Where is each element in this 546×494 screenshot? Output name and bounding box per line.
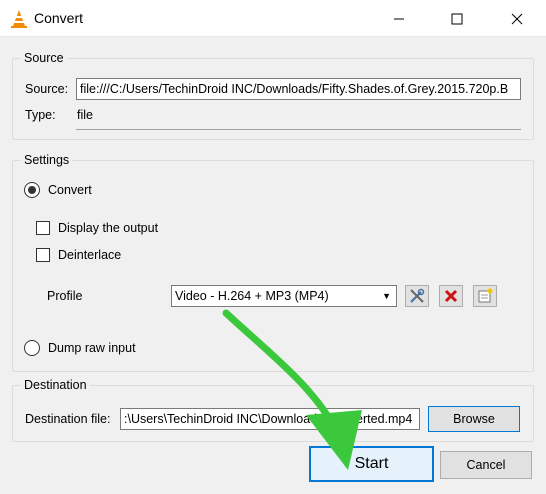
- type-value: file: [77, 108, 93, 122]
- chevron-down-icon: ▼: [382, 291, 391, 301]
- profile-label: Profile: [47, 289, 83, 303]
- minimize-icon: [394, 18, 404, 19]
- display-output-label: Display the output: [58, 221, 159, 235]
- close-icon: [511, 13, 523, 24]
- maximize-icon: [451, 13, 463, 24]
- destination-file-label: Destination file:: [25, 412, 111, 426]
- source-separator: [76, 129, 521, 130]
- profile-select[interactable]: Video - H.264 + MP3 (MP4) ▼: [171, 285, 397, 307]
- convert-label: Convert: [48, 183, 92, 197]
- destination-file-input[interactable]: :\Users\TechinDroid INC\Downloads\Conver…: [120, 408, 420, 430]
- source-input[interactable]: file:///C:/Users/TechinDroid INC/Downloa…: [76, 78, 521, 100]
- edit-profile-button[interactable]: [405, 285, 429, 307]
- convert-radio[interactable]: [24, 182, 40, 198]
- source-label: Source:: [25, 82, 69, 96]
- source-group-title: Source: [21, 51, 67, 65]
- tools-icon: [410, 288, 425, 303]
- browse-button[interactable]: Browse: [428, 406, 520, 432]
- dump-raw-radio[interactable]: [24, 340, 40, 356]
- destination-group-title: Destination: [21, 378, 90, 392]
- new-document-icon: [478, 288, 493, 303]
- profile-select-value: Video - H.264 + MP3 (MP4): [175, 289, 329, 303]
- window-title: Convert: [34, 10, 84, 26]
- deinterlace-label: Deinterlace: [58, 248, 122, 262]
- close-button[interactable]: [488, 0, 546, 37]
- display-output-checkbox[interactable]: [36, 221, 50, 235]
- new-profile-button[interactable]: [473, 285, 497, 307]
- settings-group-title: Settings: [21, 153, 73, 167]
- delete-profile-button[interactable]: [439, 285, 463, 307]
- start-button[interactable]: Start: [309, 446, 434, 482]
- type-label: Type:: [25, 108, 56, 122]
- cancel-button[interactable]: Cancel: [440, 451, 532, 479]
- maximize-button[interactable]: [428, 0, 486, 37]
- red-x-icon: [444, 289, 458, 303]
- deinterlace-checkbox[interactable]: [36, 248, 50, 262]
- minimize-button[interactable]: [370, 0, 428, 37]
- vlc-cone-icon: [11, 10, 27, 28]
- title-bar: Convert: [0, 0, 546, 37]
- dump-raw-label: Dump raw input: [48, 341, 136, 355]
